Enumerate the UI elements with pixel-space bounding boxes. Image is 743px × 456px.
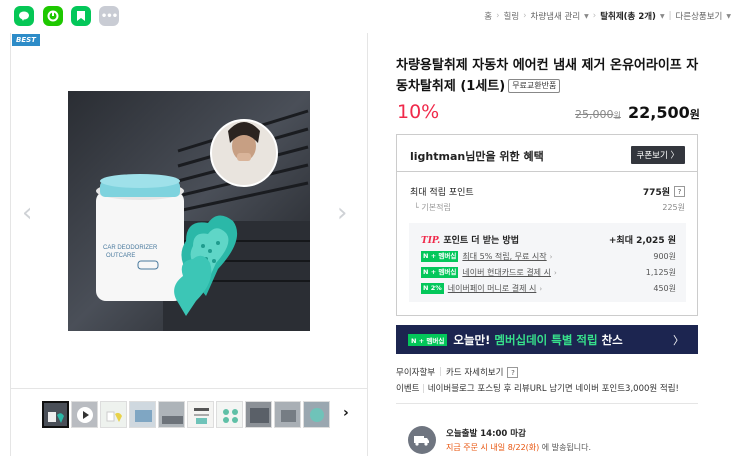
column-divider bbox=[367, 33, 368, 456]
chevron-right-icon: › bbox=[553, 268, 557, 277]
shipping-title: 오늘출발 14:00 마감 bbox=[446, 429, 526, 439]
tip-row-link[interactable]: 최대 5% 적립, 무료 시작 bbox=[462, 251, 546, 262]
max-point-label: 최대 적립 포인트 bbox=[410, 188, 474, 198]
caret-down-icon[interactable]: ▼ bbox=[726, 13, 731, 20]
benefit-heading: lightman님만을 위한 혜택 bbox=[410, 150, 544, 163]
line-share-icon[interactable] bbox=[14, 6, 34, 26]
tip-row[interactable]: N 2% 네이버페이 머니로 결제 시 › 450원 bbox=[421, 283, 676, 294]
shipping-divider bbox=[396, 403, 698, 404]
breadcrumb: 홈 › 힐링 › 차량냄새 관리 ▼ › 탈취제(총 2개) ▼ | 다른상품보… bbox=[484, 10, 731, 22]
original-price-unit: 원 bbox=[613, 111, 621, 120]
breadcrumb-home[interactable]: 홈 bbox=[484, 10, 492, 22]
card-info-link[interactable]: 카드 자세히보기 bbox=[446, 366, 503, 378]
tip-heading-text: 포인트 더 받는 방법 bbox=[443, 236, 519, 246]
membership-badge: N + 멤버십 bbox=[421, 267, 459, 278]
truck-icon bbox=[408, 426, 436, 454]
thumbnail-10[interactable] bbox=[303, 401, 330, 428]
benefit-box: lightman님만을 위한 혜택 쿠폰보기 〉 최대 적립 포인트 775원 … bbox=[396, 134, 698, 316]
max-point: 775원 ? bbox=[643, 185, 685, 198]
sale-price-unit: 원 bbox=[689, 108, 700, 121]
coupon-view-button[interactable]: 쿠폰보기 〉 bbox=[630, 146, 685, 164]
base-point-label: └ 기본적립 bbox=[414, 203, 451, 212]
installment-label: 무이자할부 bbox=[396, 368, 436, 378]
thumbnail-5[interactable] bbox=[158, 401, 185, 428]
chevron-right-icon: › bbox=[539, 284, 543, 293]
tip-heading: TIP. 포인트 더 받는 방법 bbox=[421, 233, 519, 246]
thumbnail-video[interactable] bbox=[71, 401, 98, 428]
best-badge: BEST bbox=[12, 34, 40, 46]
event-text: 네이버블로그 포스팅 후 리뷰URL 남기면 네이버 포인트3,000원 적립! bbox=[427, 384, 679, 394]
jar-label-text-1: CAR DEODORIZER bbox=[103, 245, 158, 251]
tip-row-amount: 450원 bbox=[653, 284, 676, 293]
shipping-date: 지금 주문 시 내일 8/22(화) bbox=[446, 443, 540, 452]
base-point-label-text: 기본적립 bbox=[421, 203, 451, 212]
sale-price: 22,500원 bbox=[628, 103, 700, 122]
product-title: 차량용탈취제 자동차 에어컨 냄새 제거 온유어라이프 자동차탈취제 (1세트)… bbox=[396, 55, 701, 97]
npay-badge: N 2% bbox=[421, 283, 444, 294]
banner-text: 오늘만! 멤버십데이 특별 적립 찬스 bbox=[453, 332, 622, 348]
thumbnail-3[interactable] bbox=[100, 401, 127, 428]
membership-badge: N + 멤버십 bbox=[421, 251, 459, 262]
tip-prefix: TIP. bbox=[421, 236, 441, 246]
tip-max-point: +최대 2,025 원 bbox=[608, 236, 676, 246]
tip-row-amount: 900원 bbox=[653, 252, 676, 261]
chevron-right-icon: › bbox=[549, 252, 553, 261]
tip-row[interactable]: N + 멤버십 최대 5% 적립, 무료 시작 › 900원 bbox=[421, 251, 676, 262]
shipping-subtitle: 지금 주문 시 내일 8/22(화) 에 발송됩니다. bbox=[446, 442, 591, 453]
thumbnail-9[interactable] bbox=[274, 401, 301, 428]
jar-label-text-2: OUTCARE bbox=[106, 253, 135, 259]
original-price-value: 25,000 bbox=[575, 108, 614, 121]
breadcrumb-level2[interactable]: 차량냄새 관리 bbox=[531, 10, 581, 22]
membership-day-banner[interactable]: N + 멤버십 오늘만! 멤버십데이 특별 적립 찬스 〉 bbox=[396, 325, 698, 354]
thumbnail-8[interactable] bbox=[245, 401, 272, 428]
top-bar: ••• 홈 › 힐링 › 차량냄새 관리 ▼ › 탈취제(총 2개) ▼ | 다… bbox=[0, 0, 743, 33]
chevron-left-icon[interactable]: ‹ bbox=[22, 198, 32, 228]
help-icon[interactable]: ? bbox=[674, 186, 685, 197]
thumbnail-4[interactable] bbox=[129, 401, 156, 428]
band-share-icon[interactable] bbox=[43, 6, 63, 26]
max-point-value: 775원 bbox=[642, 188, 670, 198]
base-point-value: 225원 bbox=[662, 203, 685, 212]
blog-share-icon[interactable] bbox=[71, 6, 91, 26]
original-price: 25,000원 bbox=[575, 108, 621, 121]
other-products-link[interactable]: 다른상품보기 bbox=[675, 10, 722, 22]
payment-info: 무이자할부 | 카드 자세히보기 ? bbox=[396, 366, 519, 378]
breadcrumb-level1[interactable]: 힐링 bbox=[504, 10, 520, 22]
caret-down-icon[interactable]: ▼ bbox=[660, 13, 665, 20]
tip-box: TIP. 포인트 더 받는 방법 +최대 2,025 원 N + 멤버십 최대 5… bbox=[409, 223, 686, 302]
event-info: 이벤트 | 네이버블로그 포스팅 후 리뷰URL 남기면 네이버 포인트3,00… bbox=[396, 384, 679, 394]
help-icon[interactable]: ? bbox=[507, 366, 519, 378]
banner-text-suffix: 찬스 bbox=[597, 332, 623, 347]
thumbs-divider bbox=[10, 388, 367, 389]
chevron-right-icon[interactable]: › bbox=[337, 198, 347, 228]
thumbnail-6[interactable] bbox=[187, 401, 214, 428]
more-share-icon[interactable]: ••• bbox=[99, 6, 119, 26]
tip-row-amount: 1,125원 bbox=[645, 268, 676, 277]
free-return-badge: 무료교환반품 bbox=[508, 79, 561, 93]
tip-row[interactable]: N + 멤버십 네이버 현대카드로 결제 시 › 1,125원 bbox=[421, 267, 676, 278]
tip-row-link[interactable]: 네이버페이 머니로 결제 시 bbox=[448, 283, 537, 294]
thumbnail-strip bbox=[42, 401, 330, 428]
breadcrumb-level3[interactable]: 탈취제(총 2개) bbox=[600, 10, 656, 22]
thumbnail-7[interactable] bbox=[216, 401, 243, 428]
event-label: 이벤트 bbox=[396, 384, 420, 394]
chevron-right-icon: 〉 bbox=[673, 333, 684, 347]
product-main-image[interactable]: CAR DEODORIZER OUTCARE bbox=[68, 91, 310, 331]
banner-text-highlight: 멤버십데이 특별 적립 bbox=[494, 332, 598, 347]
tip-row-link[interactable]: 네이버 현대카드로 결제 시 bbox=[462, 267, 551, 278]
benefit-divider bbox=[397, 171, 697, 172]
discount-rate: 10% bbox=[397, 101, 440, 123]
sale-price-value: 22,500 bbox=[628, 103, 690, 122]
caret-down-icon[interactable]: ▼ bbox=[584, 13, 589, 20]
thumbnail-next-icon[interactable]: › bbox=[343, 405, 349, 421]
banner-text-prefix: 오늘만! bbox=[453, 332, 495, 347]
shipping-suffix: 에 발송됩니다. bbox=[539, 443, 592, 452]
thumbnail-1[interactable] bbox=[42, 401, 69, 428]
gallery-border bbox=[10, 33, 11, 456]
membership-badge: N + 멤버십 bbox=[408, 333, 448, 346]
